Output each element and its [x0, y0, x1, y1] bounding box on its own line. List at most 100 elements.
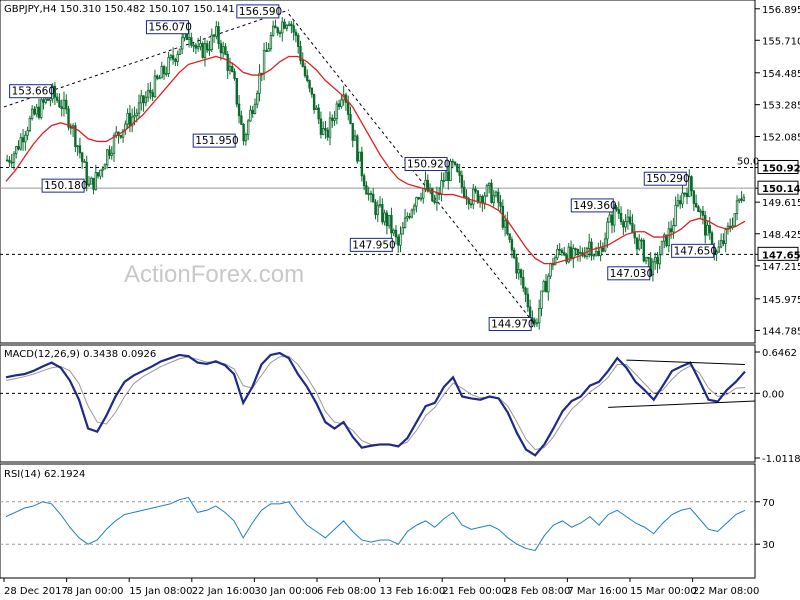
candle-body — [624, 221, 627, 228]
candle-body — [453, 161, 457, 165]
candle-body — [210, 34, 213, 50]
candle-body — [526, 293, 530, 308]
candle-body — [267, 48, 270, 52]
x-tick-label: 22 Jan 16:00 — [192, 586, 255, 597]
candle-body — [294, 31, 298, 36]
candle-body — [469, 203, 473, 206]
candle-body — [76, 145, 79, 148]
candle-body — [669, 228, 673, 233]
candle-body — [513, 249, 516, 259]
candle-body — [403, 217, 407, 229]
candle-body — [65, 99, 68, 110]
candle-body — [478, 196, 482, 203]
candle-body — [442, 180, 445, 182]
candle-body — [697, 206, 700, 213]
price-tick-label: 144.785 — [762, 326, 800, 337]
candle-body — [101, 168, 104, 171]
price-title: GBPJPY,H4 150.310 150.482 150.107 150.14… — [4, 4, 235, 15]
candle-body — [306, 75, 309, 81]
candle-body — [481, 196, 484, 204]
candle-body — [549, 263, 552, 277]
candle-body — [560, 249, 564, 254]
candle-body — [424, 179, 427, 189]
candle-body — [142, 95, 145, 104]
candle-body — [517, 269, 520, 274]
candle-body — [167, 57, 170, 74]
candle-body — [153, 75, 157, 98]
candle-body — [262, 50, 266, 74]
candle-body — [271, 25, 275, 36]
candle-body — [301, 59, 304, 67]
rsi-panel — [0, 463, 756, 579]
candle-body — [285, 25, 289, 29]
candle-body — [547, 275, 550, 293]
candle-body — [451, 160, 455, 163]
candle-body — [367, 192, 370, 195]
candle-body — [287, 23, 291, 26]
macd-title: MACD(12,26,9) 0.3438 0.0926 — [4, 349, 156, 360]
price-label-text: 156.070 — [148, 22, 191, 34]
candle-body — [462, 186, 466, 198]
candle-body — [742, 196, 746, 201]
candle-body — [278, 32, 282, 35]
x-tick-label: 15 Jan 08:00 — [129, 586, 192, 597]
price-tick-label: 148.425 — [762, 230, 800, 241]
candle-body — [158, 77, 161, 80]
candle-body — [694, 202, 698, 208]
x-tick-label: 21 Feb 00:00 — [442, 586, 508, 597]
candle-body — [358, 151, 361, 162]
candle-body — [40, 99, 43, 118]
candle-body — [592, 254, 595, 257]
candle-body — [606, 221, 609, 240]
candle-body — [460, 175, 464, 188]
candle-body — [35, 106, 38, 115]
candle-body — [406, 215, 409, 219]
x-tick-label: 28 Dec 2017 — [4, 586, 68, 597]
price-tick-label: 150.920 — [762, 163, 800, 174]
x-tick-label: 22 Mar 08:00 — [693, 586, 760, 597]
candle-body — [274, 25, 277, 29]
candle-body — [542, 280, 545, 292]
candle-body — [733, 213, 736, 227]
candle-body — [390, 215, 393, 234]
candle-body — [644, 256, 648, 262]
x-tick-label: 28 Feb 08:00 — [505, 586, 571, 597]
candle-body — [417, 197, 420, 199]
candle-body — [108, 149, 111, 156]
candle-body — [683, 192, 686, 195]
candle-body — [221, 46, 225, 54]
candle-body — [701, 210, 705, 216]
candle-body — [681, 192, 684, 205]
candle-body — [563, 252, 566, 256]
candle-body — [383, 212, 386, 223]
candle-body — [678, 200, 682, 205]
price-label-text: 150.290 — [646, 173, 689, 185]
price-tick-label: 147.650 — [762, 250, 800, 261]
candle-body — [738, 198, 741, 202]
candle-body — [217, 26, 220, 44]
x-tick-label: 7 Mar 16:00 — [567, 586, 627, 597]
candle-body — [92, 177, 95, 190]
candle-body — [619, 212, 623, 223]
candle-body — [499, 201, 502, 207]
macd-tick-label: 0.6462 — [762, 348, 797, 359]
candle-body — [201, 43, 204, 58]
price-tick-label: 155.710 — [762, 36, 800, 47]
candle-body — [656, 257, 659, 265]
candle-body — [244, 134, 248, 142]
candle-body — [135, 112, 138, 117]
fib-level-label: 50.0 — [737, 156, 759, 167]
candle-body — [610, 214, 614, 226]
candle-body — [128, 112, 132, 127]
price-panel — [0, 0, 756, 344]
candle-body — [326, 129, 329, 138]
candle-body — [497, 191, 500, 203]
candle-body — [658, 254, 661, 265]
price-tick-label: 147.215 — [762, 262, 800, 273]
candle-body — [340, 99, 343, 107]
candle-body — [162, 66, 166, 75]
candle-body — [528, 306, 532, 319]
candle-body — [176, 54, 179, 62]
candle-body — [228, 65, 232, 71]
candle-body — [94, 172, 98, 190]
